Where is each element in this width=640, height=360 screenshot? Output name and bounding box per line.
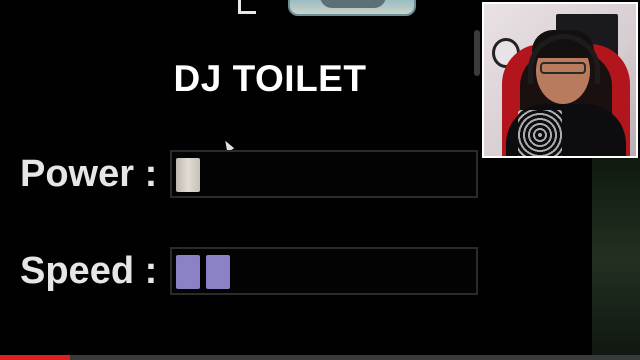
game-background-strip bbox=[592, 158, 640, 360]
frame-corner-mark bbox=[238, 0, 256, 14]
toilet-bowl-image bbox=[320, 0, 386, 8]
webcam-overlay bbox=[482, 2, 638, 158]
shirt-pattern bbox=[518, 110, 562, 156]
power-bar bbox=[170, 150, 478, 198]
speed-label: Speed : bbox=[20, 250, 158, 292]
video-progress-bar[interactable] bbox=[0, 355, 640, 360]
character-thumbnail[interactable] bbox=[288, 0, 416, 16]
video-progress-fill bbox=[0, 355, 71, 360]
speed-bar bbox=[170, 247, 478, 295]
power-segment bbox=[176, 158, 200, 192]
speed-segment bbox=[206, 255, 230, 289]
scrollbar[interactable] bbox=[474, 30, 480, 76]
speed-segment bbox=[176, 255, 200, 289]
game-screen: DJ TOILET Power : Speed : bbox=[0, 0, 640, 360]
glasses bbox=[540, 62, 586, 74]
character-title: DJ TOILET bbox=[173, 58, 367, 99]
power-label: Power : bbox=[20, 153, 158, 195]
